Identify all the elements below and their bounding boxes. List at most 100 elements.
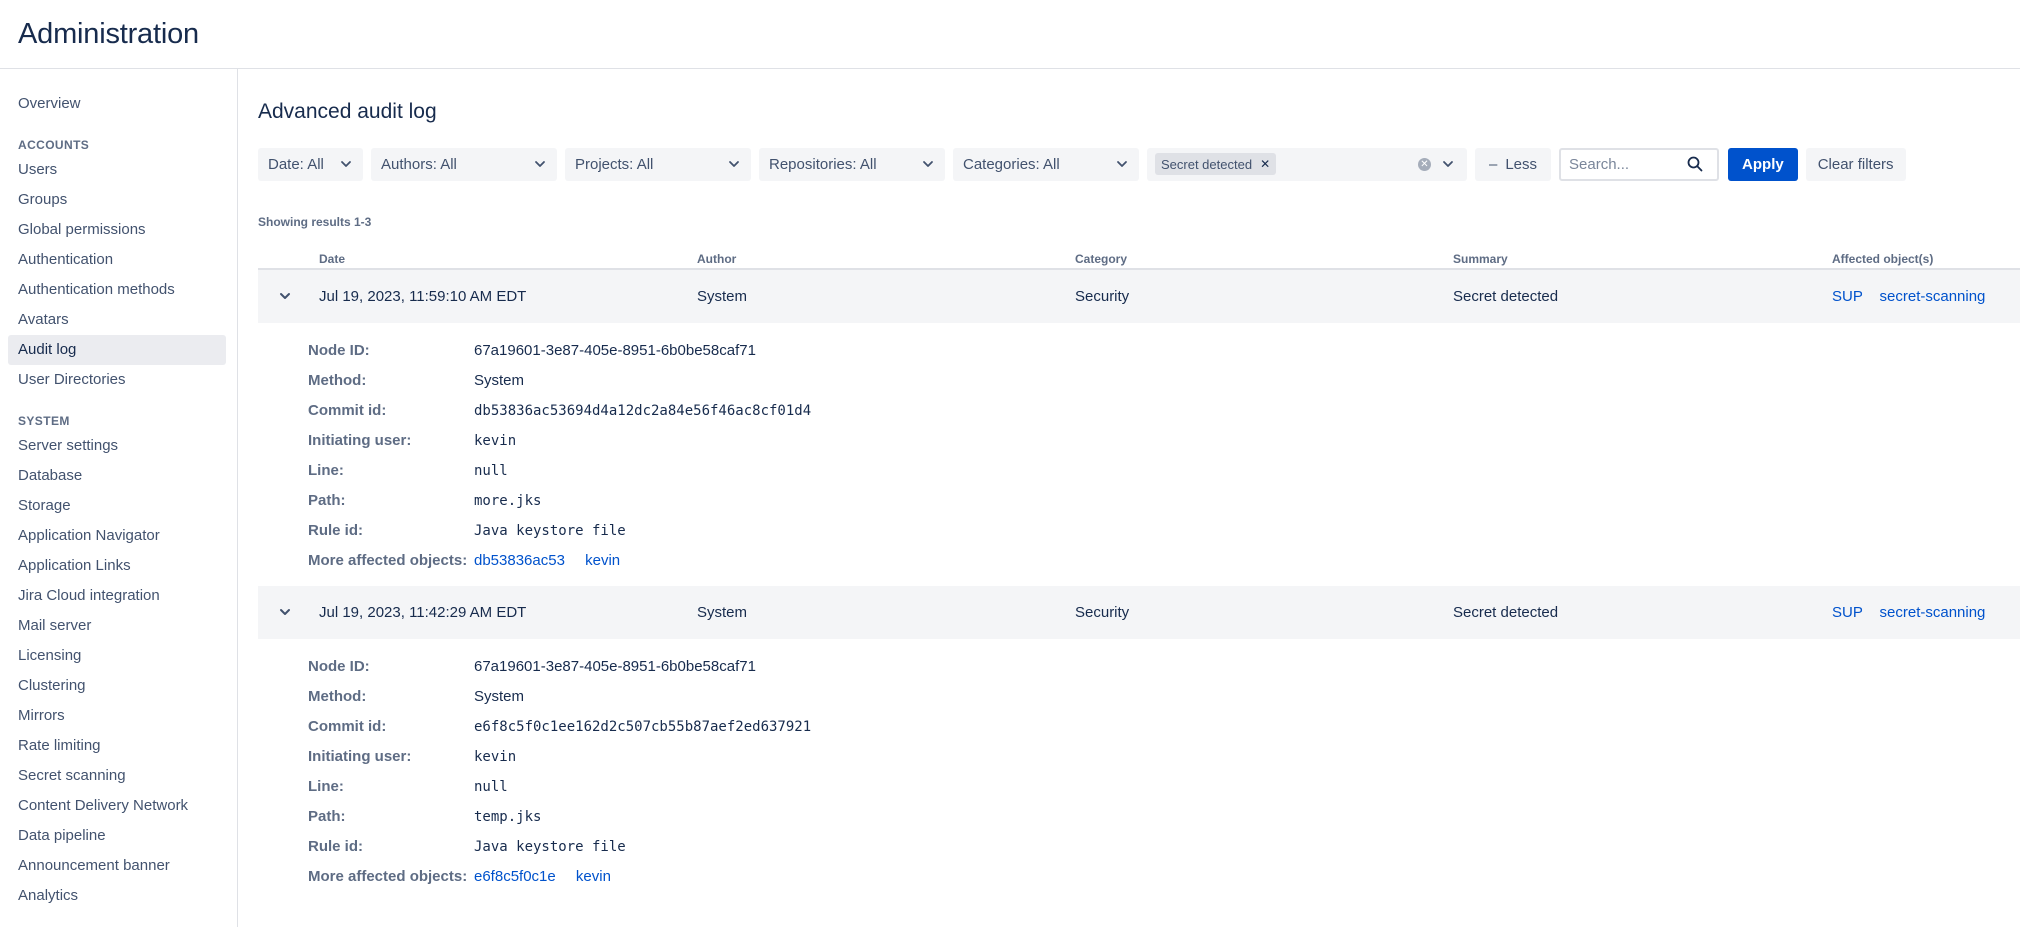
sidebar-item-licensing[interactable]: Licensing — [8, 641, 226, 671]
chevron-down-icon — [1117, 161, 1127, 167]
sidebar-item-application-navigator[interactable]: Application Navigator — [8, 521, 226, 551]
categories-filter[interactable]: Categories: All — [953, 147, 1139, 181]
apply-button[interactable]: Apply — [1728, 147, 1798, 181]
projects-filter[interactable]: Projects: All — [565, 147, 751, 181]
sidebar-item-jira-cloud-integration[interactable]: Jira Cloud integration — [8, 581, 226, 611]
table-header: Date Author Category Summary Affected ob… — [258, 250, 2020, 270]
column-date[interactable]: Date — [319, 252, 345, 266]
rule-id-value: Java keystore file — [474, 523, 626, 539]
sidebar-item-users[interactable]: Users — [8, 155, 226, 185]
node-id-value: 67a19601-3e87-405e-8951-6b0be58caf71 — [474, 342, 756, 359]
sidebar-item-storage[interactable]: Storage — [8, 491, 226, 521]
node-id-value: 67a19601-3e87-405e-8951-6b0be58caf71 — [474, 658, 756, 675]
chevron-down-icon[interactable] — [1441, 157, 1455, 171]
column-category[interactable]: Category — [1075, 252, 1127, 266]
sidebar-item-global-permissions[interactable]: Global permissions — [8, 215, 226, 245]
rule-id-value: Java keystore file — [474, 839, 626, 855]
detail-label: Initiating user: — [308, 748, 412, 765]
sidebar-item-content-delivery-network[interactable]: Content Delivery Network — [8, 791, 226, 821]
sidebar-item-clustering[interactable]: Clustering — [8, 671, 226, 701]
projects-filter-label: Projects: All — [575, 155, 654, 173]
sidebar-item-application-links[interactable]: Application Links — [8, 551, 226, 581]
column-author[interactable]: Author — [697, 252, 736, 266]
sidebar-item-authentication[interactable]: Authentication — [8, 245, 226, 275]
sidebar-item-announcement-banner[interactable]: Announcement banner — [8, 851, 226, 881]
chevron-down-icon — [923, 161, 933, 167]
date-filter[interactable]: Date: All — [258, 147, 363, 181]
sidebar-item-groups[interactable]: Groups — [8, 185, 226, 215]
sidebar-item-authentication-methods[interactable]: Authentication methods — [8, 275, 226, 305]
row-affected-objects: SUP secret-scanning — [1832, 288, 1985, 305]
row-author: System — [697, 288, 748, 305]
filter-bar: Date: All Authors: All Projects: All Rep… — [258, 147, 2020, 181]
app-title: Administration — [18, 17, 199, 50]
sidebar-item-user-directories[interactable]: User Directories — [8, 365, 226, 395]
sidebar-item-server-settings[interactable]: Server settings — [8, 431, 226, 461]
chevron-down-icon[interactable] — [278, 289, 292, 303]
categories-filter-label: Categories: All — [963, 155, 1060, 173]
method-value: System — [474, 372, 525, 389]
date-filter-label: Date: All — [268, 155, 324, 173]
row-category: Security — [1075, 604, 1130, 621]
sidebar-item-database[interactable]: Database — [8, 461, 226, 491]
authors-filter[interactable]: Authors: All — [371, 147, 557, 181]
sidebar-item-audit-log[interactable]: Audit log — [8, 335, 226, 365]
commit-id-value: e6f8c5f0c1ee162d2c507cb55b87aef2ed637921 — [474, 719, 812, 735]
remove-tag-icon[interactable]: ✕ — [1260, 157, 1270, 171]
row-summary: Secret detected — [1453, 604, 1559, 621]
more-affected-object-link[interactable]: kevin — [585, 552, 620, 569]
selected-filter-tag: Secret detected ✕ — [1155, 153, 1277, 175]
less-filters-button[interactable]: – Less — [1475, 147, 1552, 181]
detail-label: More affected objects: — [308, 868, 468, 885]
sidebar-item-rate-limiting[interactable]: Rate limiting — [8, 731, 226, 761]
minus-icon: – — [1489, 155, 1498, 173]
sidebar-item-avatars[interactable]: Avatars — [8, 305, 226, 335]
detail-label: Rule id: — [308, 838, 363, 855]
page-title: Advanced audit log — [258, 100, 437, 123]
detail-label: Path: — [308, 492, 346, 509]
detail-label: Commit id: — [308, 402, 387, 419]
more-affected-object-link[interactable]: e6f8c5f0c1e — [474, 868, 556, 885]
sidebar-item-data-pipeline[interactable]: Data pipeline — [8, 821, 226, 851]
chevron-down-icon[interactable] — [278, 605, 292, 619]
affected-object-link[interactable]: SUP — [1832, 288, 1863, 305]
affected-object-link[interactable]: SUP — [1832, 604, 1863, 621]
row-details: Node ID: 67a19601-3e87-405e-8951-6b0be58c… — [258, 639, 2020, 902]
selected-filter-tag-label: Secret detected — [1161, 156, 1253, 172]
sidebar-item-mail-server[interactable]: Mail server — [8, 611, 226, 641]
affected-object-link[interactable]: secret-scanning — [1880, 288, 1986, 305]
search-input[interactable] — [1567, 154, 1688, 174]
method-value: System — [474, 688, 525, 705]
top-bar: Administration — [0, 0, 2020, 69]
search-icon[interactable] — [1687, 156, 1703, 172]
sidebar-item-secret-scanning[interactable]: Secret scanning — [8, 761, 226, 791]
clear-selection-icon[interactable]: ✕ — [1418, 157, 1431, 171]
chevron-down-icon — [729, 161, 739, 167]
main-content: Advanced audit log Date: All Authors: Al… — [238, 69, 2020, 927]
more-affected-object-link[interactable]: kevin — [576, 868, 611, 885]
column-affected-objects[interactable]: Affected object(s) — [1832, 252, 1933, 266]
less-filters-label: Less — [1505, 155, 1538, 173]
affected-object-link[interactable]: secret-scanning — [1880, 604, 1986, 621]
sidebar-item-analytics[interactable]: Analytics — [8, 881, 226, 911]
sidebar-item-overview[interactable]: Overview — [8, 89, 226, 119]
path-value: more.jks — [474, 493, 542, 509]
detail-label: Line: — [308, 778, 344, 795]
more-affected-objects: db53836ac53 kevin — [474, 546, 636, 576]
more-affected-objects: e6f8c5f0c1e kevin — [474, 862, 627, 892]
search-box — [1559, 147, 1720, 181]
initiating-user-value: kevin — [474, 749, 517, 765]
more-affected-object-link[interactable]: db53836ac53 — [474, 552, 565, 569]
path-value: temp.jks — [474, 809, 542, 825]
sidebar-item-mirrors[interactable]: Mirrors — [8, 701, 226, 731]
column-summary[interactable]: Summary — [1453, 252, 1508, 266]
detail-label: Path: — [308, 808, 346, 825]
table-row[interactable]: Jul 19, 2023, 11:59:10 AM EDT System Sec… — [258, 270, 2020, 323]
table-row[interactable]: Jul 19, 2023, 11:42:29 AM EDT System Sec… — [258, 586, 2020, 639]
sidebar-section-accounts: ACCOUNTS — [18, 138, 90, 152]
clear-filters-button[interactable]: Clear filters — [1805, 147, 1906, 181]
row-summary: Secret detected — [1453, 288, 1559, 305]
summary-filter[interactable]: Secret detected ✕ ✕ — [1147, 147, 1467, 181]
repositories-filter[interactable]: Repositories: All — [759, 147, 945, 181]
row-date: Jul 19, 2023, 11:59:10 AM EDT — [319, 288, 527, 305]
